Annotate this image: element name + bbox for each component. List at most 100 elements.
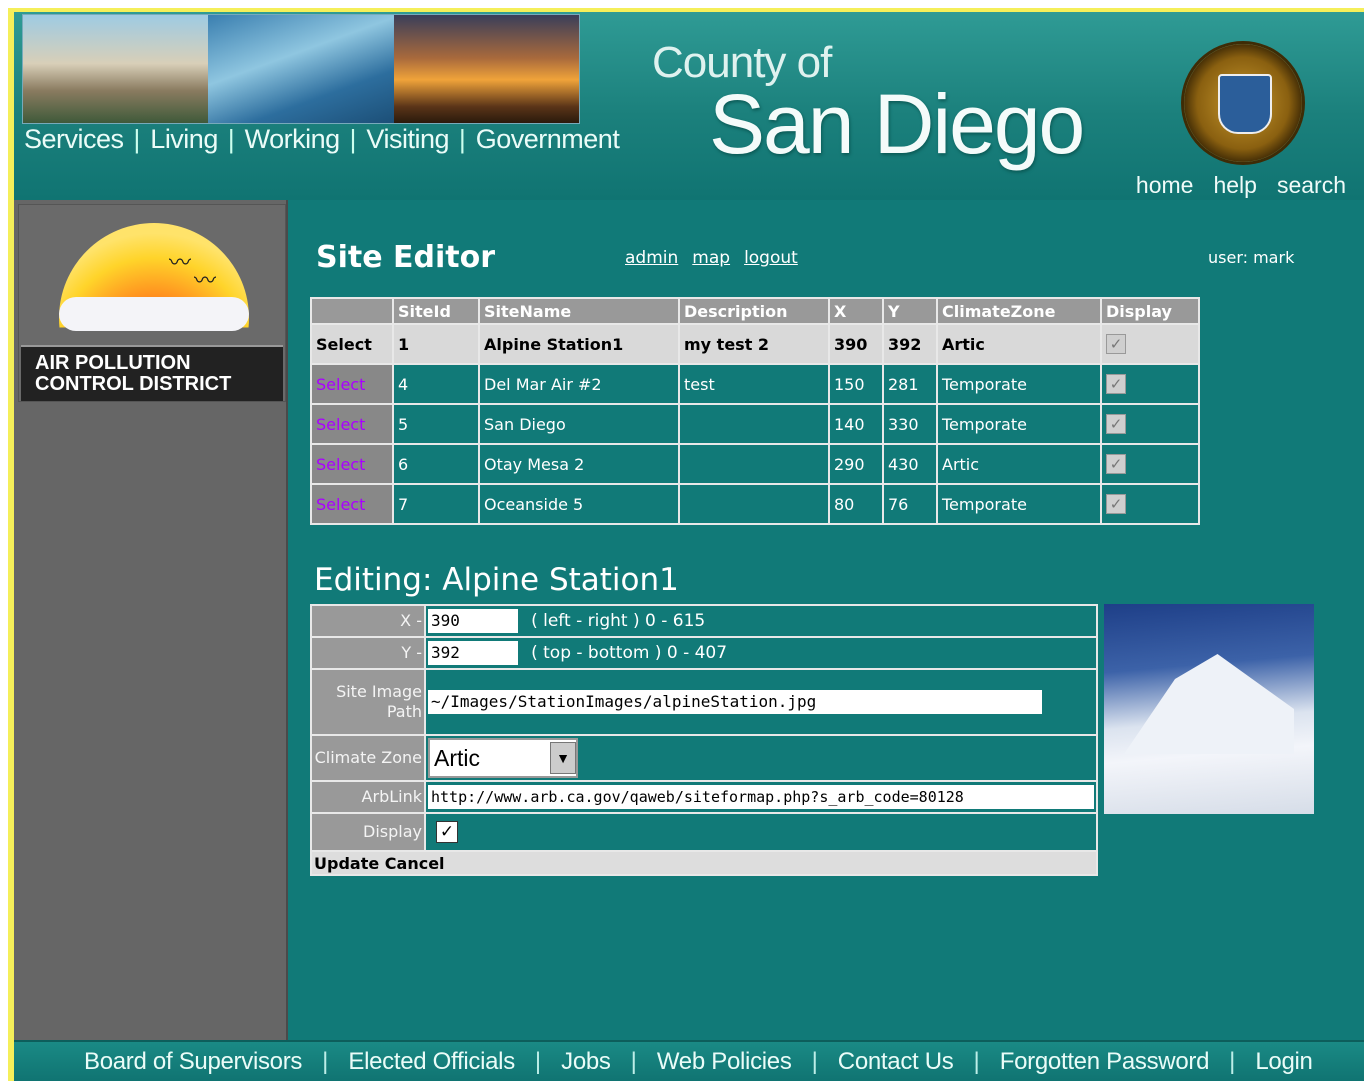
description-cell [678,403,830,445]
climate-zone-cell: Artic [936,443,1102,485]
map-link[interactable]: map [692,248,730,268]
apcd-logo: 〰 〰 AIR POLLUTION CONTROL DISTRICT [18,204,286,402]
column-header-siteid[interactable]: SiteId [392,297,480,325]
nav-separator: | [227,124,235,154]
climate-zone-select[interactable]: Artic ▼ [428,738,578,778]
y-cell: 330 [882,403,938,445]
sites-table: SiteId SiteName Description X Y ClimateZ… [310,297,1200,525]
logout-link[interactable]: logout [744,248,798,268]
zone-field-cell: Artic ▼ [424,734,1098,782]
y-cell: 430 [882,443,938,485]
nav-visiting[interactable]: Visiting [366,124,449,155]
form-row-arblink: ArbLink http://www.arb.ca.gov/qaweb/site… [310,780,1098,814]
actions-cell: Update Cancel [310,850,1098,876]
admin-links: admin map logout [625,248,798,268]
climate-zone-cell: Temporate [936,403,1102,445]
utility-links: home help search [1136,172,1346,199]
cancel-button[interactable]: Cancel [385,854,445,873]
nav-services[interactable]: Services [24,124,124,155]
select-link[interactable]: Select [310,483,394,525]
y-field-cell: 392 ( top - bottom ) 0 - 407 [424,636,1098,670]
home-link[interactable]: home [1136,172,1194,199]
site-image-path-input[interactable]: ~/Images/StationImages/alpineStation.jpg [428,690,1042,714]
select-link[interactable]: Select [310,323,394,365]
column-header-x[interactable]: X [828,297,884,325]
y-range-hint: ( top - bottom ) 0 - 407 [531,642,728,663]
column-header-description[interactable]: Description [678,297,830,325]
column-header-y[interactable]: Y [882,297,938,325]
footer-separator: | [630,1047,637,1075]
column-header-climatezone[interactable]: ClimateZone [936,297,1102,325]
footer-contact-us[interactable]: Contact Us [838,1048,954,1076]
y-input[interactable]: 392 [428,641,518,665]
station-image [1104,604,1314,814]
column-header-sitename[interactable]: SiteName [478,297,680,325]
form-row-image: Site Image Path ~/Images/StationImages/a… [310,668,1098,736]
footer-elected-officials[interactable]: Elected Officials [348,1048,515,1076]
form-actions-row: Update Cancel [310,850,1098,876]
nav-working[interactable]: Working [245,124,341,155]
arblink-field-cell: http://www.arb.ca.gov/qaweb/siteformap.p… [424,780,1098,814]
description-cell: my test 2 [678,323,830,365]
x-cell: 290 [828,443,884,485]
admin-link[interactable]: admin [625,248,678,268]
san-diego-wordmark: San Diego [709,77,1085,171]
display-label: Display [310,812,426,852]
y-cell: 76 [882,483,938,525]
display-cell: ✓ [1100,403,1200,445]
footer-separator: | [973,1047,980,1075]
column-header-display[interactable]: Display [1100,297,1200,325]
search-link[interactable]: search [1277,172,1346,199]
footer-nav: Board of Supervisors | Elected Officials… [14,1040,1364,1081]
footer-board-of-supervisors[interactable]: Board of Supervisors [84,1048,302,1076]
x-input[interactable]: 390 [428,609,518,633]
select-link[interactable]: Select [310,443,394,485]
footer-jobs[interactable]: Jobs [561,1048,611,1076]
site-name-cell: Del Mar Air #2 [478,363,680,405]
site-header: Services | Living | Working | Visiting |… [14,12,1364,200]
chevron-down-icon[interactable]: ▼ [550,742,576,774]
table-row: Select 1 Alpine Station1 my test 2 390 3… [310,323,1200,365]
display-cell: ✓ [1100,443,1200,485]
arblink-input[interactable]: http://www.arb.ca.gov/qaweb/siteformap.p… [428,785,1094,809]
clouds-icon [59,297,249,331]
description-cell [678,483,830,525]
page-title: Site Editor [316,240,496,275]
select-link[interactable]: Select [310,403,394,445]
table-header-row: SiteId SiteName Description X Y ClimateZ… [310,297,1200,325]
footer-forgotten-password[interactable]: Forgotten Password [1000,1048,1210,1076]
display-cell: ✓ [1100,323,1200,365]
display-checkbox[interactable]: ✓ [436,821,458,843]
x-cell: 140 [828,403,884,445]
site-name-cell: San Diego [478,403,680,445]
form-row-x: X - 390 ( left - right ) 0 - 615 [310,604,1098,638]
site-name-cell: Oceanside 5 [478,483,680,525]
display-checkbox-disabled: ✓ [1106,374,1126,394]
nav-government[interactable]: Government [476,124,620,155]
left-sidebar: 〰 〰 AIR POLLUTION CONTROL DISTRICT [14,200,288,1040]
display-checkbox-disabled: ✓ [1106,334,1126,354]
footer-separator: | [811,1047,818,1075]
update-button[interactable]: Update [314,854,379,873]
help-link[interactable]: help [1213,172,1256,199]
description-cell: test [678,363,830,405]
arblink-label: ArbLink [310,780,426,814]
x-field-cell: 390 ( left - right ) 0 - 615 [424,604,1098,638]
display-checkbox-disabled: ✓ [1106,454,1126,474]
x-cell: 390 [828,323,884,365]
x-cell: 150 [828,363,884,405]
footer-separator: | [1229,1047,1236,1075]
footer-login[interactable]: Login [1255,1048,1313,1076]
form-row-y: Y - 392 ( top - bottom ) 0 - 407 [310,636,1098,670]
table-row: Select 6 Otay Mesa 2 290 430 Artic ✓ [310,443,1200,485]
footer-web-policies[interactable]: Web Policies [657,1048,792,1076]
nav-separator: | [133,124,141,154]
site-name-cell: Alpine Station1 [478,323,680,365]
nav-living[interactable]: Living [150,124,218,155]
surfer-photo [208,15,394,123]
x-cell: 80 [828,483,884,525]
select-link[interactable]: Select [310,363,394,405]
city-photo [23,15,209,123]
site-id-cell: 5 [392,403,480,445]
sunset-photo [393,15,579,123]
